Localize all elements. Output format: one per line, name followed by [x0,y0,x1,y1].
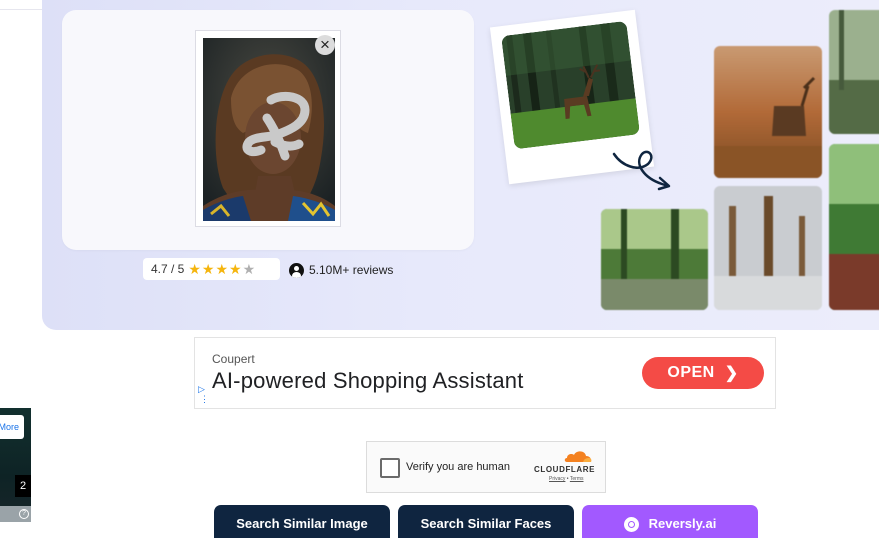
ad-brand: Coupert [212,352,255,366]
ad-headline[interactable]: AI-powered Shopping Assistant [212,368,524,394]
result-thumbnail [601,209,708,310]
reversly-button[interactable]: Reversly.ai [582,505,758,538]
reversly-logo-icon [623,517,639,532]
deer-forest-image [501,20,641,150]
verify-label: Verify you are human [406,461,510,473]
captcha-links: Privacy • Terms [549,476,584,482]
result-thumbnail [829,10,879,134]
privacy-link[interactable]: Privacy [549,476,565,482]
ad-open-label: OPEN [667,364,715,381]
uploaded-photo [203,38,335,221]
ad-options-icon[interactable]: ⋮ [200,395,209,404]
result-thumbnail [714,186,822,310]
uploaded-photo-frame [195,30,341,227]
verify-checkbox[interactable] [380,458,400,478]
reviews-label: 5.10M+ reviews [309,263,394,277]
more-label: More [0,422,19,432]
help-icon[interactable]: ? [19,509,29,519]
terms-link[interactable]: Terms [570,476,584,482]
remove-photo-close-icon[interactable]: × [315,35,335,55]
ad-open-button[interactable]: OPEN ❯ [642,357,764,389]
curly-arrow-icon [612,150,671,191]
search-similar-image-button[interactable]: Search Similar Image [214,505,390,538]
result-thumbnail [829,144,879,310]
count-badge: 2 [15,475,31,497]
search-similar-faces-button[interactable]: Search Similar Faces [398,505,574,538]
chevron-right-icon: ❯ [724,365,739,382]
result-thumbnail [714,46,822,178]
star-rating-icon: ★★★★★ [188,260,257,277]
rating-score: 4.7 / 5 [151,262,185,276]
link-separator: • [566,476,569,482]
reversly-label: Reversly.ai [648,516,717,531]
search-similar-faces-label: Search Similar Faces [420,516,552,531]
cloudflare-captcha: Verify you are human CLOUDFLARE Privacy … [366,441,606,493]
reviews-count: 5.10M+ reviews [289,261,393,279]
cloudflare-logo-text: CLOUDFLARE [534,465,596,474]
cloudflare-cloud-icon [564,451,592,462]
user-icon [289,262,304,278]
search-similar-image-label: Search Similar Image [236,516,368,531]
rating-badge: 4.7 / 5 ★★★★★ [143,258,280,280]
ad-banner[interactable]: Coupert AI-powered Shopping Assistant OP… [194,337,776,409]
side-ad-widget: More 2 ? [0,408,31,522]
more-button[interactable]: More [0,415,24,439]
